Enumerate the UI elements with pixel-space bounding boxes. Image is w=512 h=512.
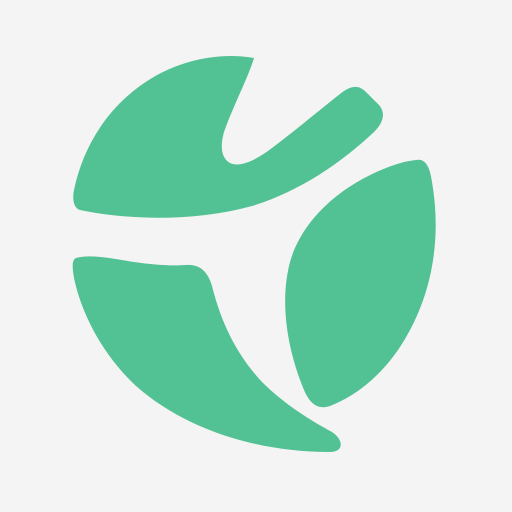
- app-icon-canvas: [0, 0, 512, 512]
- leaf-globe-logo-icon: [72, 56, 436, 452]
- logo-right-leaf-segment: [285, 159, 436, 408]
- logo-top-segment: [73, 56, 383, 218]
